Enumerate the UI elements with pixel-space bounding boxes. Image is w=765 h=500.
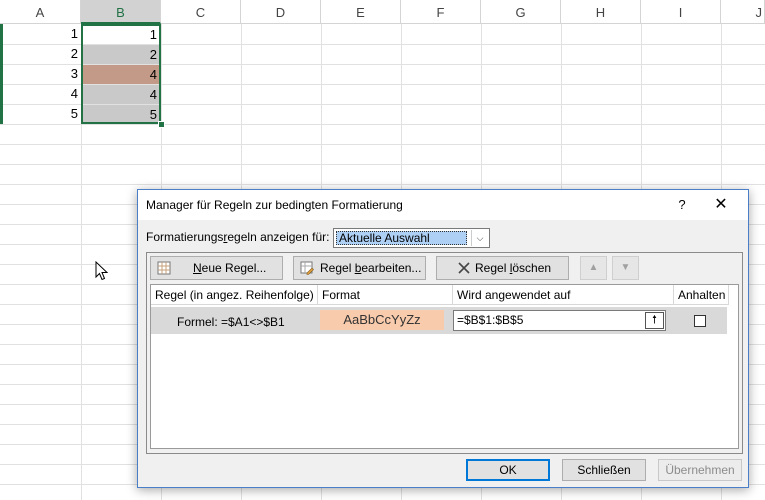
rule-description: Formel: =$A1<>$B1 [177, 315, 285, 329]
cell-a2[interactable]: 2 [1, 44, 81, 63]
applies-to-input[interactable]: =$B$1:$B$5 🠕 [453, 310, 666, 331]
column-header-e[interactable]: E [321, 0, 401, 23]
triangle-up-icon: ▲ [588, 262, 599, 273]
collapse-dialog-icon[interactable]: 🠕 [645, 312, 664, 329]
selection-range [81, 24, 161, 124]
column-header-h[interactable]: H [561, 0, 641, 23]
mouse-pointer-icon [95, 261, 109, 281]
move-down-button[interactable]: ▼ [612, 256, 639, 280]
edit-rule-icon [300, 261, 314, 275]
column-header-c[interactable]: C [161, 0, 241, 23]
close-icon[interactable]: ✕ [706, 193, 736, 217]
show-rules-for-value: Aktuelle Auswahl [336, 231, 467, 245]
ok-button[interactable]: OK [466, 459, 550, 481]
column-header-format[interactable]: Format [318, 285, 453, 305]
conditional-formatting-manager-dialog: Manager für Regeln zur bedingten Formati… [137, 189, 749, 488]
close-button[interactable]: Schließen [562, 459, 646, 481]
cell-a1[interactable]: 1 [1, 24, 81, 43]
cell-a5[interactable]: 5 [1, 104, 81, 123]
column-header-rule[interactable]: Regel (in angez. Reihenfolge) [151, 285, 318, 305]
help-button[interactable]: ? [669, 194, 695, 216]
column-header-f[interactable]: F [401, 0, 481, 23]
new-rule-button[interactable]: Neue Regel... [150, 256, 283, 280]
format-preview: AaBbCcYyZz [320, 310, 444, 330]
show-rules-for-label: Formatierungsregeln anzeigen für: [146, 230, 330, 244]
apply-button[interactable]: Übernehmen [658, 459, 742, 481]
column-header-a[interactable]: A [0, 0, 81, 23]
move-up-button[interactable]: ▲ [580, 256, 607, 280]
applies-to-value: =$B$1:$B$5 [457, 313, 524, 327]
gridline-horizontal [0, 144, 765, 145]
delete-x-icon [458, 262, 470, 274]
show-rules-for-select[interactable]: Aktuelle Auswahl ⌵ [333, 228, 490, 248]
gridline-horizontal [0, 124, 765, 125]
column-header-j[interactable]: J [721, 0, 765, 23]
column-header-g[interactable]: G [481, 0, 561, 23]
cell-a4[interactable]: 4 [1, 84, 81, 103]
rule-row[interactable]: Formel: =$A1<>$B1 AaBbCcYyZz =$B$1:$B$5 … [151, 307, 727, 334]
gridline-horizontal [0, 164, 765, 165]
cell-a3[interactable]: 3 [1, 64, 81, 83]
dialog-title: Manager für Regeln zur bedingten Formati… [146, 198, 403, 212]
rules-list[interactable]: Regel (in angez. Reihenfolge) Format Wir… [150, 284, 739, 449]
new-rule-icon [157, 261, 171, 275]
fill-handle[interactable] [158, 121, 165, 128]
stop-if-true-checkbox[interactable] [694, 315, 706, 327]
column-header-applies-to[interactable]: Wird angewendet auf [453, 285, 674, 305]
column-header-i[interactable]: I [641, 0, 721, 23]
column-header-b[interactable]: B [81, 0, 161, 24]
gridline-horizontal [0, 184, 765, 185]
chevron-down-icon[interactable]: ⌵ [471, 230, 488, 246]
dialog-titlebar[interactable]: Manager für Regeln zur bedingten Formati… [138, 190, 748, 220]
column-header-stop-if-true[interactable]: Anhalten [674, 285, 729, 305]
column-header-d[interactable]: D [241, 0, 321, 23]
column-headers: A B C D E F G H I J [0, 0, 765, 24]
triangle-down-icon: ▼ [620, 262, 631, 273]
delete-rule-button[interactable]: Regel löschen [436, 256, 569, 280]
rules-panel: Neue Regel... Regel bearbeiten... Regel … [146, 252, 743, 454]
edit-rule-button[interactable]: Regel bearbeiten... [293, 256, 426, 280]
